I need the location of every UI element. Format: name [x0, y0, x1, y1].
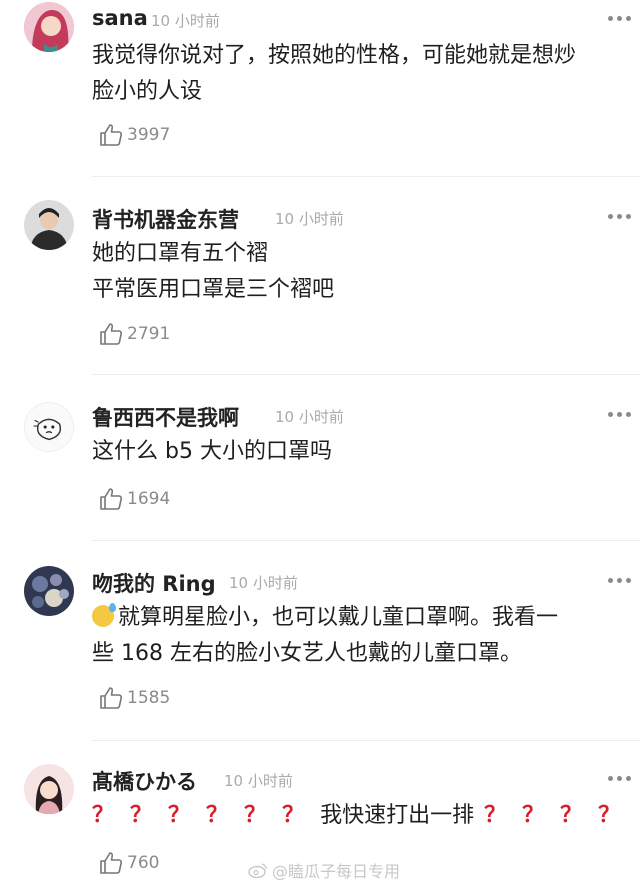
- comment-line: 就算明星脸小，也可以戴儿童口罩啊。我看一: [92, 600, 640, 636]
- question-mark: ？: [282, 803, 305, 828]
- more-options-icon[interactable]: [608, 12, 640, 24]
- timestamp: 10 小时前: [275, 408, 344, 426]
- comment-body: 这什么 b5 大小的口罩吗: [92, 434, 640, 470]
- comment-body: ？ ？ ？ ？ ？ ？ 我快速打出一排 ？ ？ ？ ？: [92, 798, 640, 834]
- timestamp: 10 小时前: [224, 772, 293, 790]
- thumbs-up-icon: [100, 852, 123, 874]
- question-mark: ？: [560, 803, 583, 828]
- like-button[interactable]: 760: [98, 850, 159, 876]
- comment-line: 平常医用口罩是三个褶吧: [92, 277, 335, 302]
- timestamp: 10 小时前: [151, 12, 220, 30]
- thumbs-up-icon: [100, 323, 123, 345]
- avatar[interactable]: [24, 402, 74, 452]
- timestamp: 10 小时前: [229, 574, 298, 592]
- divider: [92, 374, 640, 375]
- like-count: 2791: [127, 324, 171, 344]
- username[interactable]: sana: [92, 6, 148, 30]
- question-mark: ？: [484, 803, 507, 828]
- comment-line-text: 我快速打出一排: [320, 803, 475, 828]
- like-button[interactable]: 2791: [98, 321, 170, 347]
- comment-line: 这什么 b5 大小的口罩吗: [92, 439, 332, 464]
- comment-line: ？ ？ ？ ？ ？ ？ 我快速打出一排 ？ ？ ？ ？: [92, 798, 640, 834]
- comment-line: 脸小的人设: [92, 79, 203, 104]
- avatar[interactable]: [24, 764, 74, 814]
- thumbs-up-icon: [100, 488, 123, 510]
- divider: [92, 176, 640, 177]
- thumbs-up-icon: [100, 687, 123, 709]
- like-button[interactable]: 1694: [98, 486, 170, 512]
- question-mark: ？: [598, 803, 621, 828]
- comment-body: 就算明星脸小，也可以戴儿童口罩啊。我看一 些 168 左右的脸小女艺人也戴的儿童…: [92, 600, 640, 672]
- avatar[interactable]: [24, 200, 74, 250]
- like-count: 1694: [127, 489, 171, 509]
- like-button[interactable]: 3997: [98, 122, 170, 148]
- more-options-icon[interactable]: [608, 772, 640, 784]
- question-mark: ？: [522, 803, 545, 828]
- timestamp: 10 小时前: [275, 210, 344, 228]
- divider: [92, 540, 640, 541]
- weibo-icon: [248, 863, 267, 878]
- more-options-icon[interactable]: [608, 210, 640, 222]
- like-count: 3997: [127, 125, 171, 145]
- comment-line: 我觉得你说对了，按照她的性格，可能她就是想炒: [92, 43, 577, 68]
- comment-body: 我觉得你说对了，按照她的性格，可能她就是想炒 脸小的人设: [92, 38, 640, 110]
- question-mark: ？: [92, 803, 115, 828]
- question-mark: ？: [244, 803, 267, 828]
- comment-item: sana 10 小时前 我觉得你说对了，按照她的性格，可能她就是想炒 脸小的人设…: [0, 0, 640, 178]
- sweat-emoji-icon: [92, 603, 116, 627]
- question-mark: ？: [130, 803, 153, 828]
- like-button[interactable]: 1585: [98, 685, 170, 711]
- watermark-text: @瞌瓜子每日专用: [272, 862, 401, 881]
- comment-line: 些 168 左右的脸小女艺人也戴的儿童口罩。: [92, 641, 522, 666]
- divider: [92, 740, 640, 741]
- like-count: 760: [127, 853, 160, 873]
- more-options-icon[interactable]: [608, 574, 640, 586]
- username[interactable]: 背书机器金东营: [92, 204, 239, 234]
- question-mark: ？: [206, 803, 229, 828]
- avatar[interactable]: [24, 566, 74, 616]
- comment-line: 她的口罩有五个褶: [92, 241, 269, 266]
- comment-line-text: 就算明星脸小，也可以戴儿童口罩啊。我看一: [118, 605, 559, 630]
- username[interactable]: 髙橋ひかる: [92, 766, 197, 796]
- more-options-icon[interactable]: [608, 408, 640, 420]
- watermark: @瞌瓜子每日专用: [248, 858, 400, 882]
- question-mark: ？: [168, 803, 191, 828]
- like-count: 1585: [127, 688, 171, 708]
- avatar[interactable]: [24, 2, 74, 52]
- username[interactable]: 吻我的 Ring: [92, 568, 216, 598]
- thumbs-up-icon: [100, 124, 123, 146]
- username[interactable]: 鲁西西不是我啊: [92, 402, 239, 432]
- comment-body: 她的口罩有五个褶 平常医用口罩是三个褶吧: [92, 236, 640, 308]
